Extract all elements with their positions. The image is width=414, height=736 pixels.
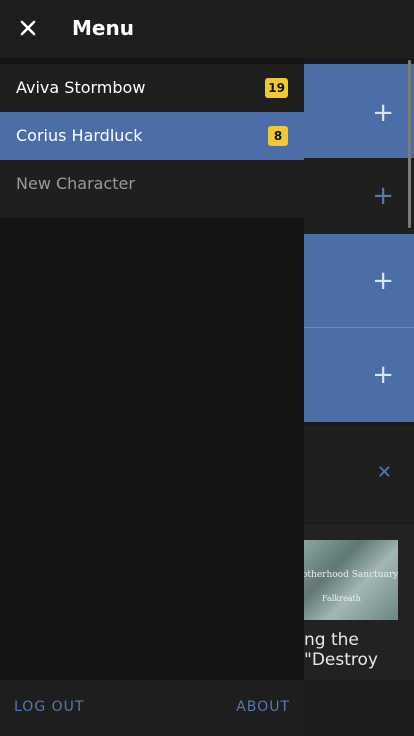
character-list: Aviva Stormbow 19 Corius Hardluck 8 New … bbox=[0, 64, 304, 218]
plus-icon[interactable]: + bbox=[372, 183, 394, 209]
background-text: "Destroy bbox=[304, 650, 378, 670]
map-place: Falkreath bbox=[322, 594, 361, 603]
list-spacer bbox=[0, 208, 304, 218]
plus-icon[interactable]: + bbox=[372, 268, 394, 294]
notification-badge: 19 bbox=[265, 78, 288, 98]
background-text: ng the bbox=[304, 630, 359, 650]
notification-badge: 8 bbox=[268, 126, 288, 146]
drawer-title: Menu bbox=[72, 16, 134, 40]
close-icon bbox=[20, 20, 36, 36]
new-character-label: New Character bbox=[16, 174, 135, 193]
background-card[interactable]: + bbox=[304, 328, 414, 422]
character-name: Corius Hardluck bbox=[16, 126, 143, 145]
close-icon[interactable]: ✕ bbox=[377, 464, 392, 482]
character-name: Aviva Stormbow bbox=[16, 78, 146, 97]
character-item-selected[interactable]: Corius Hardluck 8 bbox=[0, 112, 304, 160]
logout-link[interactable]: LOG OUT bbox=[14, 700, 84, 714]
background-card[interactable]: + bbox=[304, 64, 414, 158]
plus-icon[interactable]: + bbox=[372, 362, 394, 388]
map-title: otherhood Sanctuary bbox=[302, 570, 398, 580]
character-item[interactable]: Aviva Stormbow 19 bbox=[0, 64, 304, 112]
background-card[interactable]: + bbox=[304, 158, 414, 234]
about-link[interactable]: ABOUT bbox=[236, 700, 290, 714]
background-bottom-bar bbox=[304, 680, 414, 736]
background-card: ✕ bbox=[304, 426, 414, 522]
scrollbar[interactable] bbox=[408, 60, 411, 228]
background-card[interactable]: + bbox=[304, 234, 414, 328]
drawer-header: Menu bbox=[0, 0, 304, 58]
side-drawer: Menu Aviva Stormbow 19 Corius Hardluck 8… bbox=[0, 0, 304, 736]
drawer-footer: LOG OUT ABOUT bbox=[0, 680, 304, 736]
close-button[interactable] bbox=[14, 14, 42, 42]
new-character-button[interactable]: New Character bbox=[0, 160, 304, 208]
plus-icon[interactable]: + bbox=[372, 100, 394, 126]
map-thumbnail: otherhood Sanctuary Falkreath bbox=[300, 540, 398, 620]
